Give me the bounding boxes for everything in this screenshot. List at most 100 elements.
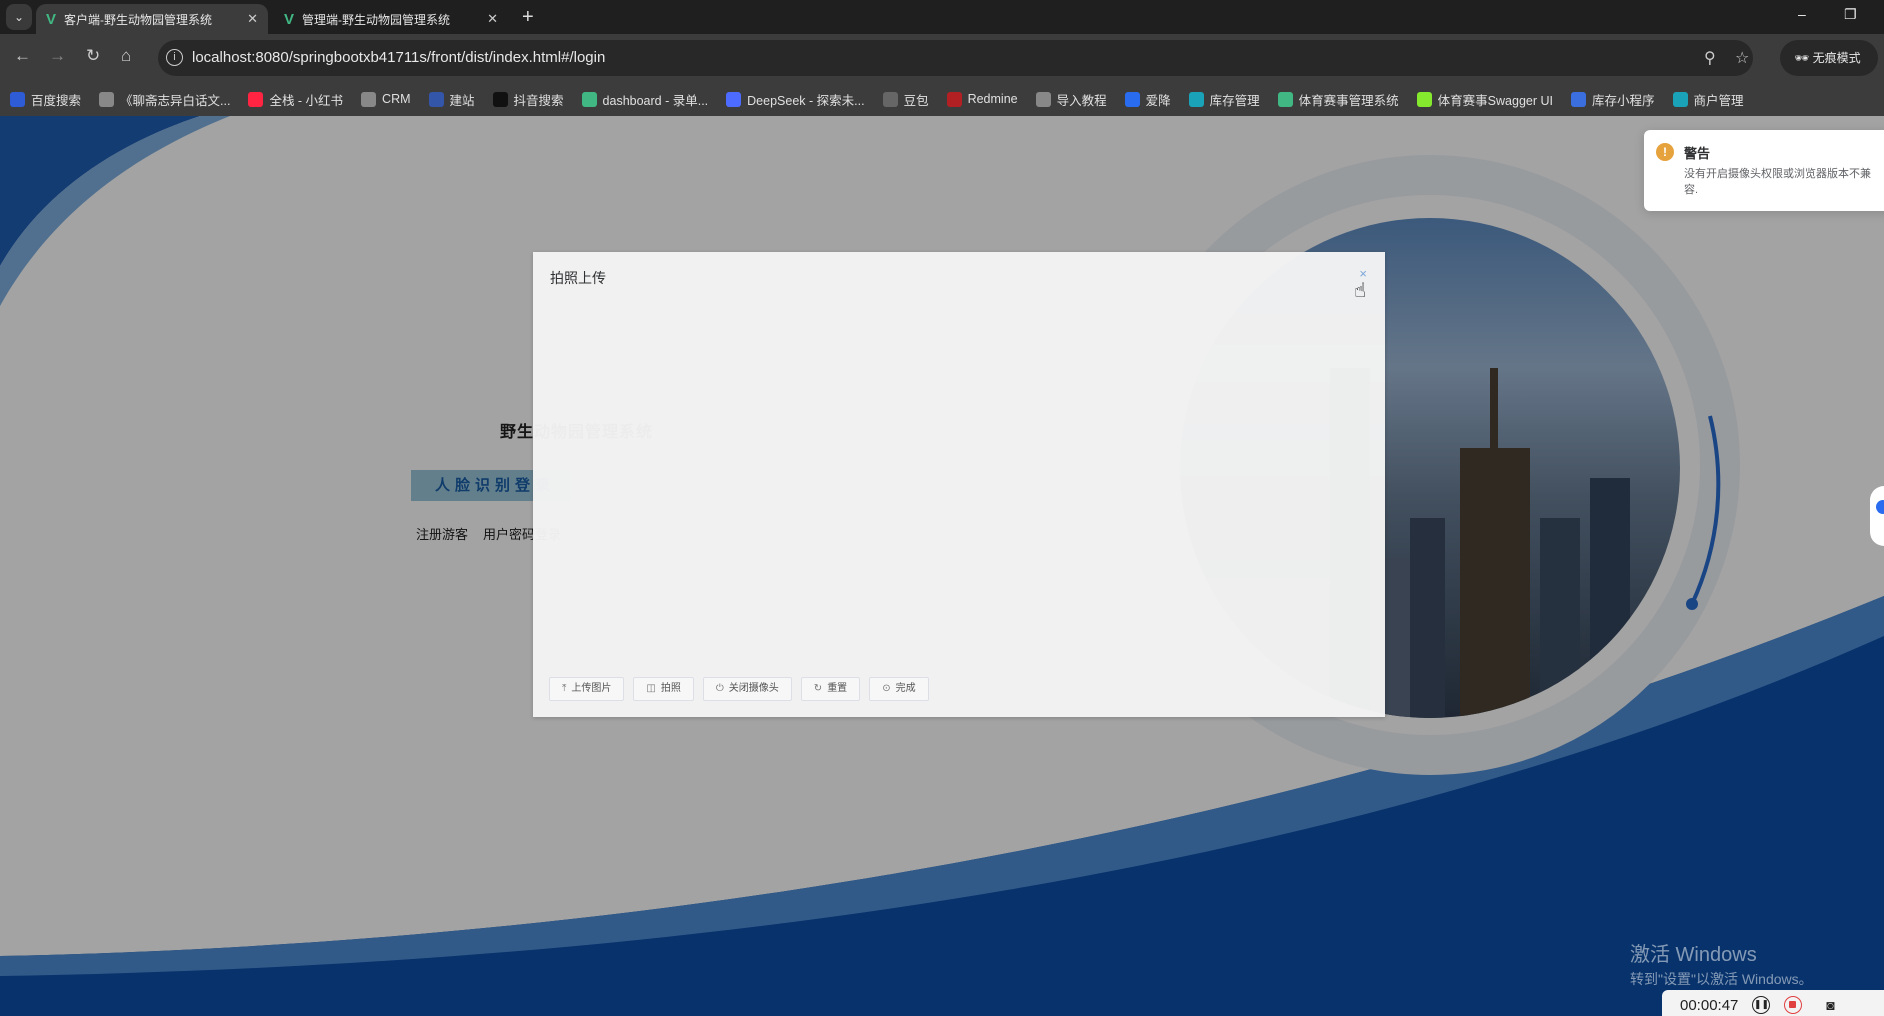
pause-icon[interactable]: ❚❚ <box>1752 996 1771 1014</box>
upload-icon: ⤒ <box>562 683 567 694</box>
button-label: 拍照 <box>660 683 681 694</box>
bookmark-label: 豆包 <box>903 93 929 108</box>
bookmark-favicon-icon <box>581 91 597 107</box>
new-tab-button[interactable]: + <box>522 6 534 29</box>
bookmark-favicon-icon <box>726 91 742 107</box>
bookmark-label: Redmine <box>967 92 1018 106</box>
refresh-icon: ↻ <box>813 683 823 694</box>
button-label: 重置 <box>827 683 848 694</box>
bookmark-favicon-icon <box>248 91 264 107</box>
bookmark-label: 建站 <box>449 93 475 108</box>
recording-time: 00:00:47 <box>1680 996 1739 1014</box>
watermark-line2: 转到"设置"以激活 Windows。 <box>1630 971 1813 987</box>
bookmark-item[interactable]: 百度搜索 <box>10 90 81 109</box>
bookmark-favicon-icon <box>1416 91 1432 107</box>
bookmark-item[interactable]: Redmine <box>946 91 1018 107</box>
bookmark-favicon-icon <box>882 91 898 107</box>
back-icon[interactable]: ← <box>14 46 31 66</box>
dialog-title: 拍照上传 <box>550 270 606 286</box>
warning-icon: ! <box>1656 143 1674 161</box>
bookmark-item[interactable]: DeepSeek - 探索未... <box>726 90 865 109</box>
bookmark-item[interactable]: CRM <box>361 91 411 107</box>
bookmark-label: 抖音搜索 <box>513 93 564 108</box>
bookmark-item[interactable]: 全栈 - 小红书 <box>248 90 343 109</box>
tab-close-icon[interactable]: ✕ <box>487 11 498 27</box>
tab-search-button[interactable]: ⌄ <box>6 4 32 30</box>
dialog-actions: ⤒ 上传图片 ◫ 拍照 ⏻ 关闭摄像头 ↻ 重置 ⊙ 完成 <box>549 677 929 701</box>
bookmark-item[interactable]: 体育赛事Swagger UI <box>1416 90 1553 109</box>
bookmark-favicon-icon <box>99 91 115 107</box>
star-icon[interactable]: ☆ <box>1735 48 1749 68</box>
incognito-icon: 🕶 <box>1794 51 1813 65</box>
toast-title: 警告 <box>1684 146 1711 161</box>
power-button[interactable]: ⏻ 关闭摄像头 <box>702 677 792 701</box>
warning-toast: ! 警告 没有开启摄像头权限或浏览器版本不兼容. <box>1644 130 1884 211</box>
photo-upload-dialog: 拍照上传 × ⤒ 上传图片 ◫ 拍照 ⏻ 关闭摄像头 ↻ 重置 ⊙ 完成 <box>533 252 1385 717</box>
vue-icon: V <box>46 10 57 28</box>
check-circle-button[interactable]: ⊙ 完成 <box>869 677 929 701</box>
camera-icon: ◫ <box>646 683 656 694</box>
bookmark-favicon-icon <box>10 91 25 107</box>
bookmark-favicon-icon <box>1570 91 1586 107</box>
power-icon: ⏻ <box>715 683 724 694</box>
incognito-button[interactable]: 🕶 无痕模式 <box>1780 40 1878 76</box>
tab-admin[interactable]: V 管理端-野生动物园管理系统 ✕ <box>274 4 508 34</box>
refresh-button[interactable]: ↻ 重置 <box>800 677 861 701</box>
bookmark-label: 商户管理 <box>1693 93 1744 108</box>
bookmark-favicon-icon <box>1277 91 1293 107</box>
tab-title: 管理端-野生动物园管理系统 <box>302 12 451 27</box>
browser-toolbar: ← → ↻ ⌂ i localhost:8080/springbootxb417… <box>0 34 1884 82</box>
stop-icon[interactable] <box>1784 996 1803 1014</box>
bookmark-item[interactable]: 商户管理 <box>1672 90 1744 109</box>
bookmark-item[interactable]: 库存管理 <box>1188 90 1260 109</box>
address-bar[interactable]: i localhost:8080/springbootxb41711s/fron… <box>158 40 1753 76</box>
bookmarks-bar: 百度搜索 《聊斋志异白话文... 全栈 - 小红书 CRM 建站 抖音搜索 dashboar… <box>0 82 1884 116</box>
reload-icon[interactable]: ↻ <box>86 46 100 66</box>
bookmark-label: 导入教程 <box>1056 93 1107 108</box>
bookmark-favicon-icon <box>1188 91 1204 107</box>
bookmark-label: 库存管理 <box>1209 93 1260 108</box>
bookmark-item[interactable]: 库存小程序 <box>1570 90 1655 109</box>
home-icon[interactable]: ⌂ <box>121 46 131 66</box>
button-label: 上传图片 <box>571 683 612 694</box>
bookmark-item[interactable]: 导入教程 <box>1035 90 1107 109</box>
site-info-icon[interactable]: i <box>166 49 183 66</box>
zoom-icon[interactable]: ⚲ <box>1704 48 1716 68</box>
side-widget[interactable] <box>1870 486 1884 546</box>
login-page: 野生动物园管理系统 人脸识别登录 注册游客 用户密码登录 拍照上传 × ⤒上传图… <box>0 116 1884 1016</box>
windows-activation-watermark: 激活 Windows 转到"设置"以激活 Windows。 <box>1630 938 1813 989</box>
tab-client[interactable]: V 客户端-野生动物园管理系统 ✕ <box>36 4 268 34</box>
upload-button[interactable]: ⤒ 上传图片 <box>549 677 625 701</box>
bookmark-favicon-icon <box>1124 91 1140 107</box>
forward-icon[interactable]: → <box>49 46 66 66</box>
bookmark-label: 库存小程序 <box>1591 93 1655 108</box>
bookmark-label: 百度搜索 <box>31 93 82 108</box>
minimize-button[interactable]: – <box>1798 6 1806 22</box>
bookmark-item[interactable]: 抖音搜索 <box>492 90 564 109</box>
bookmark-favicon-icon <box>428 91 444 107</box>
incognito-label: 无痕模式 <box>1812 51 1861 65</box>
bookmark-label: 《聊斋志异白话文... <box>120 93 231 108</box>
bookmark-item[interactable]: 豆包 <box>882 90 929 109</box>
watermark-line1: 激活 Windows <box>1630 944 1757 966</box>
tab-close-icon[interactable]: ✕ <box>247 11 258 27</box>
check-circle-icon: ⊙ <box>882 683 891 694</box>
bookmark-label: DeepSeek - 探索未... <box>747 93 865 108</box>
camera-icon[interactable]: ◙ <box>1826 997 1834 1013</box>
camera-button[interactable]: ◫ 拍照 <box>633 677 694 701</box>
bookmark-label: 体育赛事管理系统 <box>1298 93 1399 108</box>
tab-title: 客户端-野生动物园管理系统 <box>64 12 213 27</box>
bookmark-item[interactable]: 体育赛事管理系统 <box>1277 90 1399 109</box>
bookmark-item[interactable]: 建站 <box>428 90 475 109</box>
bookmark-item[interactable]: dashboard - 录单... <box>581 90 709 109</box>
bookmark-label: 全栈 - 小红书 <box>269 93 344 108</box>
url-text[interactable]: localhost:8080/springbootxb41711s/front/… <box>192 49 605 66</box>
bookmark-item[interactable]: 爱降 <box>1124 90 1171 109</box>
bookmark-label: 体育赛事Swagger UI <box>1437 93 1553 108</box>
bookmark-label: dashboard - 录单... <box>602 93 709 108</box>
button-label: 完成 <box>895 683 916 694</box>
bookmark-favicon-icon <box>1035 91 1051 107</box>
bookmark-item[interactable]: 《聊斋志异白话文... <box>99 90 230 109</box>
restore-button[interactable]: ❐ <box>1844 6 1857 23</box>
recorder-bar: 00:00:47 ❚❚ ◙ <box>1662 990 1884 1016</box>
